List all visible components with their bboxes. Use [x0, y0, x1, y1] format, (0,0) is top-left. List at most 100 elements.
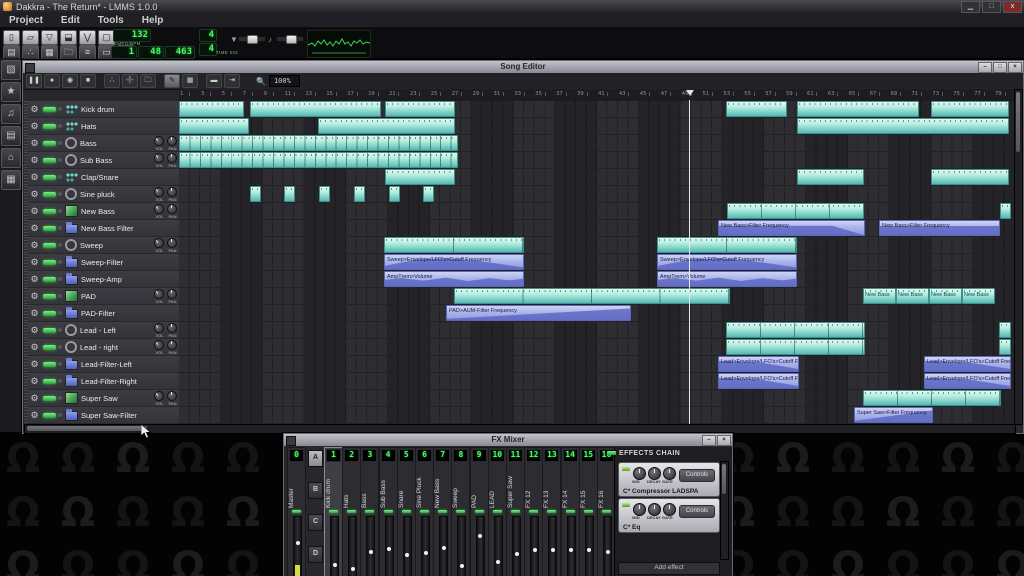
- instrument-track-icon[interactable]: [65, 205, 78, 217]
- channel-fader[interactable]: [402, 516, 412, 576]
- pattern-block[interactable]: [797, 101, 919, 117]
- channel-fader[interactable]: [384, 516, 394, 576]
- track-solo-led[interactable]: [58, 277, 62, 281]
- channel-mute-led[interactable]: [347, 510, 357, 513]
- channel-mute-led[interactable]: [365, 510, 375, 513]
- track-name[interactable]: Lead - right: [80, 343, 153, 352]
- timesig-numerator-display[interactable]: 4: [199, 29, 217, 42]
- fader-handle[interactable]: [405, 553, 410, 558]
- instrument-plugins-icon[interactable]: ▧: [1, 60, 21, 80]
- mixer-channel-master[interactable]: 0 Master: [287, 447, 306, 576]
- timesig-denominator-display[interactable]: 4: [199, 43, 217, 56]
- pan-knob[interactable]: [167, 187, 177, 197]
- pan-knob[interactable]: [167, 323, 177, 333]
- track-solo-led[interactable]: [58, 260, 62, 264]
- instrument-track-icon[interactable]: [65, 341, 77, 353]
- bank-button-A[interactable]: A: [308, 450, 323, 467]
- fader-handle[interactable]: [387, 547, 392, 551]
- track-name[interactable]: Sweep-Amp: [81, 275, 179, 284]
- channel-name-label[interactable]: Hats: [343, 462, 360, 509]
- bb-track-icon[interactable]: [65, 171, 78, 183]
- fader-handle[interactable]: [550, 548, 555, 553]
- track-mute-led[interactable]: [43, 378, 56, 384]
- automation-track-icon[interactable]: [65, 307, 78, 319]
- track-actions-button[interactable]: ⚙: [28, 138, 41, 149]
- track-name[interactable]: Lead - Left: [80, 326, 153, 335]
- channel-name-label[interactable]: Sweep: [452, 462, 469, 509]
- automation-track-icon[interactable]: [65, 222, 78, 234]
- track-actions-button[interactable]: ⚙: [28, 223, 41, 234]
- track-mute-led[interactable]: [43, 191, 56, 197]
- channel-name-label[interactable]: Super Saw: [507, 462, 524, 509]
- record-play-icon[interactable]: ◉: [62, 74, 78, 88]
- track-actions-button[interactable]: ⚙: [28, 172, 41, 183]
- channel-mute-led[interactable]: [547, 510, 557, 513]
- track-lane[interactable]: [179, 203, 1015, 219]
- pan-knob[interactable]: [167, 136, 177, 146]
- close-button[interactable]: x: [1003, 1, 1022, 13]
- fx-close-button[interactable]: ×: [717, 435, 731, 446]
- track-name[interactable]: Bass: [80, 139, 153, 148]
- mixer-channel-fx-13[interactable]: 13 FX 13: [542, 447, 562, 576]
- track-mute-led[interactable]: [43, 395, 56, 401]
- track-lane[interactable]: [179, 339, 1015, 355]
- automation-block[interactable]: Lead>Envelope/LFO's>Cutoff Frequency: [924, 356, 1011, 372]
- pattern-block[interactable]: New Bass: [896, 288, 929, 304]
- track-name[interactable]: PAD: [81, 292, 153, 301]
- fader-handle[interactable]: [332, 562, 337, 567]
- oscilloscope-visualization[interactable]: [307, 30, 371, 58]
- channel-mute-led[interactable]: [602, 510, 611, 513]
- instrument-track-icon[interactable]: [65, 188, 77, 200]
- channel-fader[interactable]: [330, 516, 339, 576]
- fader-handle[interactable]: [587, 548, 592, 553]
- track-name[interactable]: Super Saw-Filter: [81, 411, 179, 420]
- automation-block[interactable]: AmpTrem>Volume: [384, 271, 524, 287]
- bb-track-icon[interactable]: [65, 103, 78, 115]
- effect-controls-button[interactable]: Controls: [679, 469, 715, 482]
- track-solo-led[interactable]: [58, 362, 62, 366]
- track-mute-led[interactable]: [43, 412, 56, 418]
- channel-name-label[interactable]: FX 16: [598, 462, 615, 509]
- track-lane[interactable]: [179, 152, 1015, 168]
- track-solo-led[interactable]: [58, 294, 62, 298]
- mixer-channel-lead[interactable]: 10 LEAD: [487, 447, 507, 576]
- pattern-block[interactable]: [726, 339, 865, 355]
- automation-block[interactable]: Sweep>Envelope/LFO's>Cutoff Frequency: [384, 254, 524, 270]
- automation-block[interactable]: Lead>Envelope/LFO's>Cutoff Frequency: [924, 373, 1011, 389]
- channel-mute-led[interactable]: [529, 510, 539, 513]
- maximize-button[interactable]: □: [982, 1, 1001, 13]
- track-lane[interactable]: [179, 169, 1015, 185]
- bb-track-icon[interactable]: [65, 120, 78, 132]
- stop-icon[interactable]: ■: [80, 74, 96, 88]
- channel-mute-led[interactable]: [474, 510, 484, 513]
- fader-handle[interactable]: [514, 552, 519, 557]
- channel-fader[interactable]: [293, 516, 302, 576]
- add-effect-button[interactable]: Add effect: [618, 562, 720, 575]
- channel-mute-led[interactable]: [329, 510, 338, 513]
- track-actions-button[interactable]: ⚙: [28, 393, 41, 404]
- track-solo-led[interactable]: [58, 141, 62, 145]
- track-solo-led[interactable]: [58, 396, 62, 400]
- song-grid[interactable]: New Bass>Filter Frequency New Bass>Filter…: [179, 101, 1015, 424]
- channel-mute-led[interactable]: [511, 510, 520, 513]
- pan-knob[interactable]: [167, 340, 177, 350]
- track-solo-led[interactable]: [58, 311, 62, 315]
- track-name[interactable]: Super Saw: [81, 394, 153, 403]
- mixer-channel-sine-pluck[interactable]: 6 Sine Pluck: [415, 447, 434, 576]
- track-solo-led[interactable]: [58, 413, 62, 417]
- channel-name-label[interactable]: PAD: [471, 462, 488, 509]
- track-actions-button[interactable]: ⚙: [28, 104, 41, 115]
- track-mute-led[interactable]: [43, 259, 56, 265]
- track-lane[interactable]: [179, 390, 1015, 406]
- track-solo-led[interactable]: [58, 328, 62, 332]
- pattern-block[interactable]: [863, 390, 1001, 406]
- pattern-block[interactable]: [179, 152, 458, 168]
- minimize-button[interactable]: ▁: [961, 1, 980, 13]
- channel-mute-led[interactable]: [583, 510, 593, 513]
- channel-fader[interactable]: [512, 516, 521, 576]
- menu-help[interactable]: Help: [133, 15, 173, 26]
- vertical-scrollbar[interactable]: [1014, 89, 1023, 425]
- track-lane[interactable]: [179, 101, 1015, 117]
- automation-track-icon[interactable]: [65, 256, 78, 268]
- track-actions-button[interactable]: ⚙: [28, 257, 41, 268]
